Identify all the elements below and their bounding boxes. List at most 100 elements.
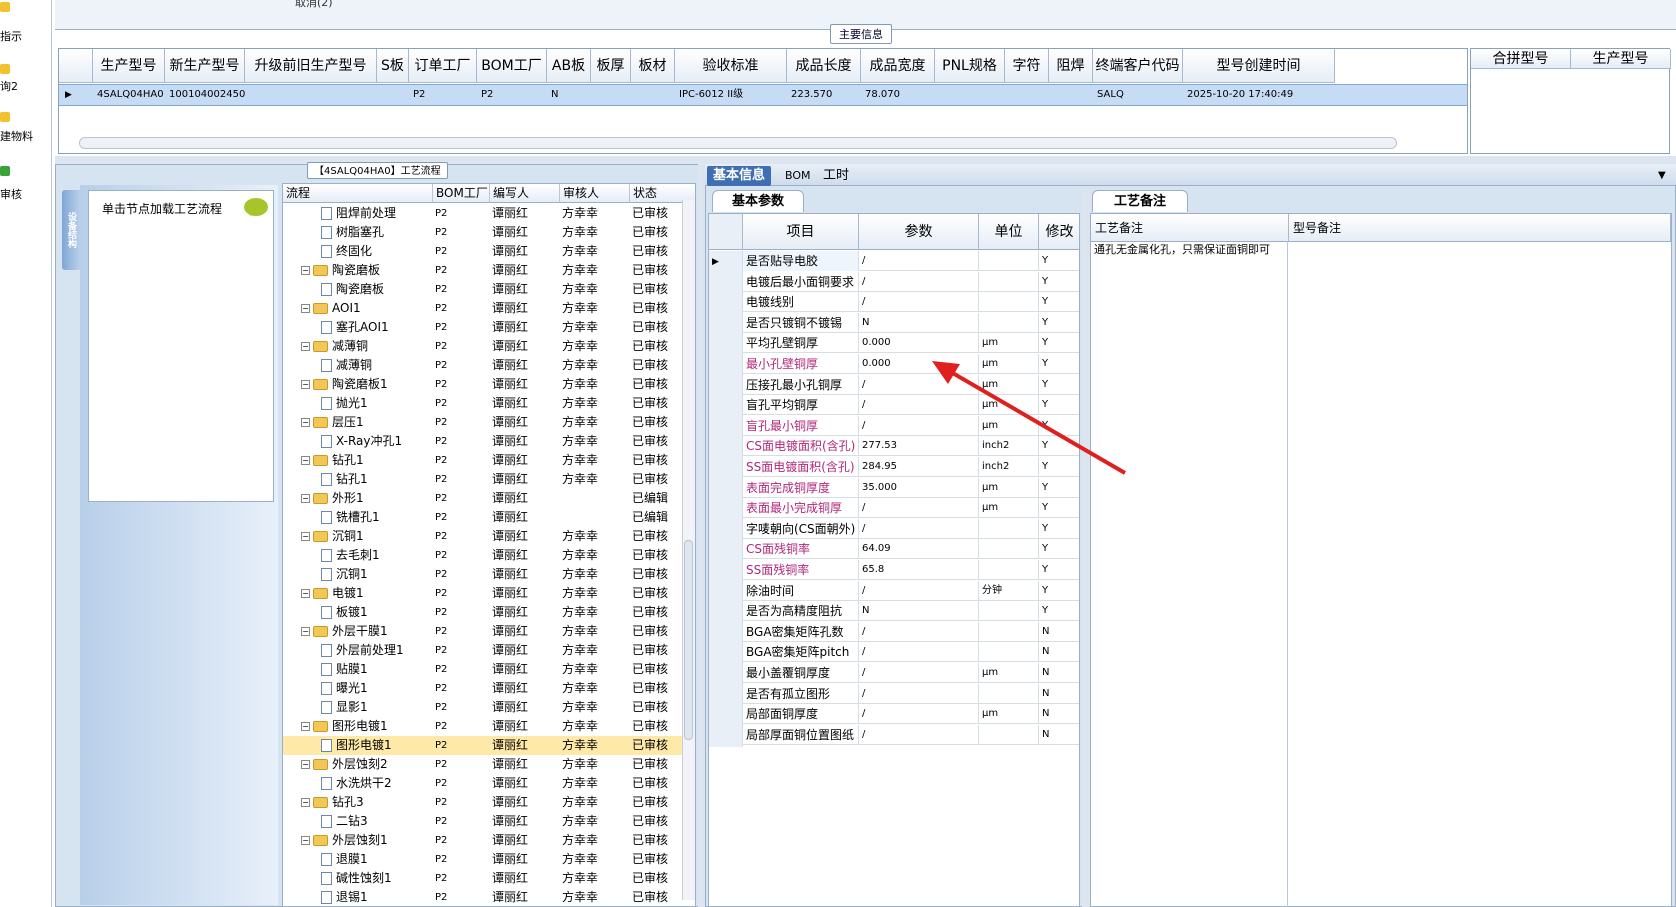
collapse-icon[interactable]: − <box>301 760 310 769</box>
tab-basic-info[interactable]: 基本信息 <box>707 166 772 186</box>
param-value-cell[interactable]: / <box>859 251 979 271</box>
table-cell-main-0[interactable]: 4SALQ04HA0 <box>93 85 165 105</box>
tree-row[interactable]: 沉铜1 P2 谭丽红 方幸幸 已审核 <box>283 565 695 584</box>
col-header-bom-factory[interactable]: BOM工厂 <box>433 184 490 203</box>
tree-row[interactable]: 二钻3 P2 谭丽红 方幸幸 已审核 <box>283 812 695 831</box>
param-value-cell[interactable]: / <box>859 498 979 519</box>
tree-row[interactable]: 曝光1 P2 谭丽红 方幸幸 已审核 <box>283 679 695 698</box>
table-cell-main-13[interactable] <box>1005 85 1049 105</box>
tree-row[interactable]: 退锡1 P2 谭丽红 方幸幸 已审核 <box>283 888 695 906</box>
col-header-main-8[interactable]: 板材 <box>631 49 675 83</box>
vertical-splitter-right[interactable] <box>1082 190 1090 907</box>
table-cell-main-3[interactable] <box>377 85 409 105</box>
param-row[interactable]: 除油时间 / 分钟 Y <box>709 580 1079 603</box>
param-row[interactable]: 电镀线别 / Y <box>709 292 1079 315</box>
tree-row[interactable]: − 陶瓷磨板 P2 谭丽红 方幸幸 已审核 <box>283 261 695 280</box>
col-header-main-14[interactable]: 阻焊 <box>1049 49 1093 83</box>
param-value-cell[interactable]: / <box>859 683 979 704</box>
horizontal-splitter[interactable] <box>55 156 1676 164</box>
col-header-main-2[interactable]: 升级前旧生产型号 <box>245 49 377 83</box>
table-cell-main-4[interactable]: P2 <box>409 85 477 105</box>
tree-row[interactable]: − 图形电镀1 P2 谭丽红 方幸幸 已审核 <box>283 717 695 736</box>
param-row[interactable]: 是否有孤立图形 / N <box>709 683 1079 706</box>
tree-row[interactable]: 贴膜1 P2 谭丽红 方幸幸 已审核 <box>283 660 695 679</box>
collapse-icon[interactable]: − <box>301 494 310 503</box>
tree-row[interactable]: 阻焊前处理 P2 谭丽红 方幸幸 已审核 <box>283 204 695 223</box>
tree-row[interactable]: 终固化 P2 谭丽红 方幸幸 已审核 <box>283 242 695 261</box>
param-value-cell[interactable]: / <box>859 642 979 663</box>
tree-row[interactable]: 显影1 P2 谭丽红 方幸幸 已审核 <box>283 698 695 717</box>
tab-work-hours[interactable]: 工时 <box>817 166 855 186</box>
cancel-label[interactable]: 取消(2) <box>295 0 333 10</box>
col-header-main-6[interactable]: AB板 <box>547 49 591 83</box>
process-note-textarea[interactable]: 通孔无金属化孔，只需保证面铜即可 <box>1094 244 1280 256</box>
tree-row[interactable]: − 外层蚀刻2 P2 谭丽红 方幸幸 已审核 <box>283 755 695 774</box>
collapse-icon[interactable]: − <box>301 589 310 598</box>
param-row[interactable]: 表面最小完成铜厚 / μm Y <box>709 498 1079 521</box>
tree-row[interactable]: 塞孔AOI1 P2 谭丽红 方幸幸 已审核 <box>283 318 695 337</box>
table-cell-main-8[interactable] <box>631 85 675 105</box>
param-row[interactable]: SS面残铜率 65.8 Y <box>709 560 1079 582</box>
tree-row[interactable]: 陶瓷磨板 P2 谭丽红 方幸幸 已审核 <box>283 280 695 299</box>
collapse-icon[interactable]: − <box>301 418 310 427</box>
col-header-main-11[interactable]: 成品宽度 <box>861 49 935 83</box>
param-value-cell[interactable]: / <box>859 663 979 683</box>
col-header-writer[interactable]: 编写人 <box>490 184 560 203</box>
tree-scroll-thumb[interactable] <box>684 540 693 740</box>
collapse-icon[interactable]: − <box>301 342 310 351</box>
tree-row[interactable]: 板镀1 P2 谭丽红 方幸幸 已审核 <box>283 603 695 622</box>
collapse-icon[interactable]: − <box>301 722 310 731</box>
tree-row[interactable]: 减薄铜 P2 谭丽红 方幸幸 已审核 <box>283 356 695 375</box>
tree-row[interactable]: 图形电镀1 P2 谭丽红 方幸幸 已审核 <box>283 736 695 755</box>
param-value-cell[interactable]: / <box>859 271 979 292</box>
table-cell-main-9[interactable]: IPC-6012 II级 <box>675 85 787 105</box>
tree-row[interactable]: 去毛刺1 P2 谭丽红 方幸幸 已审核 <box>283 546 695 565</box>
collapse-icon[interactable]: − <box>301 266 310 275</box>
tree-row[interactable]: − 钻孔3 P2 谭丽红 方幸幸 已审核 <box>283 793 695 812</box>
param-value-cell[interactable]: 35.000 <box>859 477 979 498</box>
param-value-cell[interactable]: / <box>859 292 979 313</box>
param-value-cell[interactable]: / <box>859 621 979 642</box>
param-value-cell[interactable]: 65.8 <box>859 560 979 580</box>
table-cell-main-12[interactable] <box>935 85 1005 105</box>
tree-row[interactable]: − 沉铜1 P2 谭丽红 方幸幸 已审核 <box>283 527 695 546</box>
chevron-down-icon[interactable]: ▼ <box>1652 166 1672 186</box>
tree-row[interactable]: − 层压1 P2 谭丽红 方幸幸 已审核 <box>283 413 695 432</box>
table-cell-main-6[interactable]: N <box>547 85 591 105</box>
param-row[interactable]: BGA密集矩阵pitch / N <box>709 642 1079 665</box>
collapse-icon[interactable]: − <box>301 836 310 845</box>
tree-row[interactable]: − 外形1 P2 谭丽红 已编辑 <box>283 489 695 508</box>
table-cell-main-15[interactable]: SALQ <box>1093 85 1183 105</box>
table-cell-main-16[interactable]: 2025-10-20 17:40:49 <box>1183 85 1335 105</box>
tree-row[interactable]: − 外层干膜1 P2 谭丽红 方幸幸 已审核 <box>283 622 695 641</box>
tree-row[interactable]: 外层前处理1 P2 谭丽红 方幸幸 已审核 <box>283 641 695 660</box>
col-header-reviewer[interactable]: 审核人 <box>560 184 630 203</box>
tree-row[interactable]: − 陶瓷磨板1 P2 谭丽红 方幸幸 已审核 <box>283 375 695 394</box>
tree-row[interactable]: − 钻孔1 P2 谭丽红 方幸幸 已审核 <box>283 451 695 470</box>
param-row[interactable]: 平均孔壁铜厚 0.000 μm Y <box>709 333 1079 356</box>
tree-row[interactable]: 碱性蚀刻1 P2 谭丽红 方幸幸 已审核 <box>283 869 695 888</box>
table-cell-main-1[interactable]: 10010400245068 <box>165 85 245 105</box>
param-value-cell[interactable]: / <box>859 580 979 601</box>
col-header-main-10[interactable]: 成品长度 <box>787 49 861 83</box>
table-cell-main-10[interactable]: 223.570 <box>787 85 861 105</box>
col-header-unit[interactable]: 单位 <box>979 214 1039 250</box>
param-row[interactable]: 表面完成铜厚度 35.000 μm Y <box>709 477 1079 500</box>
tree-row[interactable]: − AOI1 P2 谭丽红 方幸幸 已审核 <box>283 299 695 318</box>
tree-row[interactable]: 退膜1 P2 谭丽红 方幸幸 已审核 <box>283 850 695 869</box>
tree-row[interactable]: 钻孔1 P2 谭丽红 方幸幸 已审核 <box>283 470 695 489</box>
col-header-main-13[interactable]: 字符 <box>1005 49 1049 83</box>
col-header-main-3[interactable]: S板 <box>377 49 409 83</box>
table-cell-main-11[interactable]: 78.070 <box>861 85 935 105</box>
table-cell-main-2[interactable] <box>245 85 377 105</box>
param-row[interactable]: 是否只镀铜不镀锡 N Y <box>709 312 1079 335</box>
param-value-cell[interactable]: / <box>859 704 979 725</box>
tree-row[interactable]: 水洗烘干2 P2 谭丽红 方幸幸 已审核 <box>283 774 695 793</box>
col-header-production-model[interactable]: 生产型号 <box>1571 49 1671 69</box>
param-row[interactable]: 局部厚面铜位置图纸 / N <box>709 724 1079 747</box>
param-row[interactable]: 最小盖覆铜厚度 / μm N <box>709 663 1079 685</box>
tree-row[interactable]: 铣槽孔1 P2 谭丽红 已编辑 <box>283 508 695 527</box>
tree-row[interactable]: − 电镀1 P2 谭丽红 方幸幸 已审核 <box>283 584 695 603</box>
col-header-main-9[interactable]: 验收标准 <box>675 49 787 83</box>
param-row[interactable]: ▶ 是否贴导电胶 / Y <box>709 251 1079 273</box>
